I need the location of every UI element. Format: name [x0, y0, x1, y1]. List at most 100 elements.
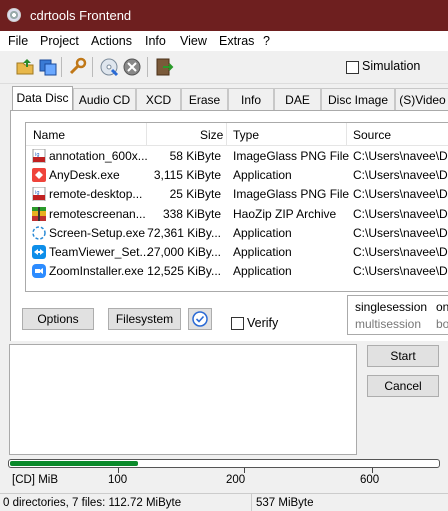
- tab-erase[interactable]: Erase: [181, 88, 228, 110]
- table-row[interactable]: Screen-Setup.exe 72,361 KiBy... Applicatio…: [26, 224, 448, 243]
- tab-svideo[interactable]: (S)Video: [395, 88, 448, 110]
- anydesk-icon: [32, 168, 46, 183]
- cell-name: remotescreenan...: [49, 206, 146, 221]
- cell-name: AnyDesk.exe: [49, 168, 120, 183]
- cell-source: C:\Users\navee\Do: [353, 149, 448, 163]
- menu-file[interactable]: File: [8, 34, 28, 48]
- session-bo-option[interactable]: bo: [436, 317, 448, 331]
- burn-disc-icon[interactable]: [99, 57, 119, 77]
- toolbar-separator: [92, 57, 93, 77]
- capacity-unit: [CD] MiB: [12, 474, 58, 486]
- output-log[interactable]: [9, 344, 357, 455]
- column-source[interactable]: Source: [353, 128, 391, 142]
- capacity-fill: [10, 461, 138, 466]
- cancel-operation-icon[interactable]: [122, 57, 142, 77]
- filesystem-button[interactable]: Filesystem: [108, 308, 181, 330]
- cell-size: 12,525 KiBy...: [147, 264, 221, 279]
- cell-size: 25 KiByte: [169, 187, 221, 202]
- list-header: Name Size Type Source: [26, 123, 448, 146]
- wrench-icon[interactable]: [67, 57, 87, 77]
- verify-checkbox[interactable]: [231, 317, 244, 330]
- check-button[interactable]: [188, 308, 212, 330]
- copy-files-icon[interactable]: [38, 57, 58, 77]
- menu-extras[interactable]: Extras: [219, 34, 254, 48]
- start-button[interactable]: Start: [367, 345, 439, 367]
- table-row[interactable]: ig annotation_600x... 58 KiByte ImageGlass …: [26, 147, 448, 166]
- capacity-bar: [8, 459, 440, 468]
- cell-name: Screen-Setup.exe: [49, 225, 146, 240]
- toolbar-separator: [61, 57, 62, 77]
- column-name[interactable]: Name: [33, 128, 65, 142]
- cell-name: remote-desktop...: [49, 187, 143, 202]
- status-divider: [251, 494, 252, 511]
- menu-actions[interactable]: Actions: [91, 34, 132, 48]
- png-file-icon: ig: [32, 148, 46, 164]
- table-row[interactable]: TeamViewer_Set... 27,000 KiBy... Applicati…: [26, 243, 448, 262]
- status-files: 0 directories, 7 files: 112.72 MiByte: [3, 497, 182, 509]
- simulation-label: Simulation: [362, 59, 421, 73]
- file-list[interactable]: Name Size Type Source ig annotation_600x.…: [25, 122, 448, 292]
- svg-text:ig: ig: [35, 190, 40, 196]
- options-button[interactable]: Options: [22, 308, 94, 330]
- svg-text:ig: ig: [35, 152, 40, 158]
- setup-icon: [32, 226, 46, 240]
- zoom-icon: [32, 264, 46, 279]
- cell-type: Application: [233, 245, 292, 259]
- cell-name: TeamViewer_Set...: [49, 245, 150, 259]
- multisession-option[interactable]: multisession: [355, 317, 421, 331]
- menu-info[interactable]: Info: [145, 34, 166, 48]
- column-divider: [146, 123, 147, 145]
- png-file-icon: ig: [32, 186, 46, 202]
- cell-type: ImageGlass PNG File: [233, 149, 350, 163]
- cell-source: C:\Users\navee\Do: [353, 245, 448, 259]
- exit-icon[interactable]: [154, 57, 174, 77]
- tab-audio-cd[interactable]: Audio CD: [73, 88, 136, 110]
- column-type[interactable]: Type: [233, 128, 259, 142]
- table-row[interactable]: ZoomInstaller.exe 12,525 KiBy... Applicati…: [26, 262, 448, 281]
- menu-help[interactable]: ?: [263, 34, 270, 48]
- cell-size: 3,115 KiByte: [153, 168, 221, 183]
- cell-source: C:\Users\navee\Do: [353, 225, 448, 240]
- cell-source: C:\Users\navee\Do: [353, 264, 448, 279]
- table-row[interactable]: AnyDesk.exe 3,115 KiByte Application C:\Use…: [26, 166, 448, 185]
- table-row[interactable]: ig remote-desktop... 25 KiByte ImageGlass P…: [26, 185, 448, 204]
- teamviewer-icon: [32, 245, 46, 259]
- window-title: cdrtools Frontend: [30, 8, 132, 23]
- open-folder-icon[interactable]: [15, 57, 35, 77]
- menu-project[interactable]: Project: [40, 34, 79, 48]
- singlesession-option[interactable]: singlesession: [355, 300, 427, 314]
- tab-data-disc[interactable]: Data Disc: [12, 86, 73, 110]
- cell-name: annotation_600x...: [49, 149, 148, 163]
- cd-app-icon: [7, 8, 21, 22]
- tab-xcd[interactable]: XCD: [136, 88, 181, 110]
- cell-type: HaoZip ZIP Archive: [233, 206, 337, 221]
- scale-label-100: 100: [108, 474, 128, 486]
- tab-info[interactable]: Info: [228, 88, 274, 110]
- cell-size: 58 KiByte: [169, 149, 221, 163]
- tab-disc-image[interactable]: Disc Image: [321, 88, 395, 110]
- cell-name: ZoomInstaller.exe: [49, 264, 144, 279]
- cell-type: Application: [233, 225, 292, 240]
- cell-type: Application: [233, 264, 292, 279]
- toolbar-separator: [147, 57, 148, 77]
- table-row[interactable]: remotescreenan... 338 KiByte HaoZip ZIP Ar…: [26, 205, 448, 224]
- checkmark-icon: [192, 311, 208, 327]
- column-divider: [226, 123, 227, 145]
- scale-tick: [372, 468, 373, 473]
- cell-source: C:\Users\navee\Do: [353, 168, 448, 183]
- title-bar: cdrtools Frontend: [0, 0, 448, 31]
- cell-size: 338 KiByte: [162, 206, 221, 221]
- tab-dae[interactable]: DAE: [274, 88, 321, 110]
- session-on-option[interactable]: on: [436, 300, 448, 314]
- column-size[interactable]: Size: [200, 128, 223, 142]
- cell-type: ImageGlass PNG File: [233, 187, 350, 202]
- simulation-checkbox[interactable]: [346, 61, 359, 74]
- status-bar: 0 directories, 7 files: 112.72 MiByte 53…: [0, 493, 448, 511]
- cancel-button[interactable]: Cancel: [367, 375, 439, 397]
- cell-source: C:\Users\navee\Do: [353, 206, 448, 221]
- session-mode-list[interactable]: singlesession on multisession bo: [347, 295, 448, 335]
- menu-bar: File Project Actions Info View Extras ?: [0, 31, 448, 51]
- column-divider: [346, 123, 347, 145]
- menu-view[interactable]: View: [180, 34, 207, 48]
- zip-archive-icon: [32, 206, 46, 221]
